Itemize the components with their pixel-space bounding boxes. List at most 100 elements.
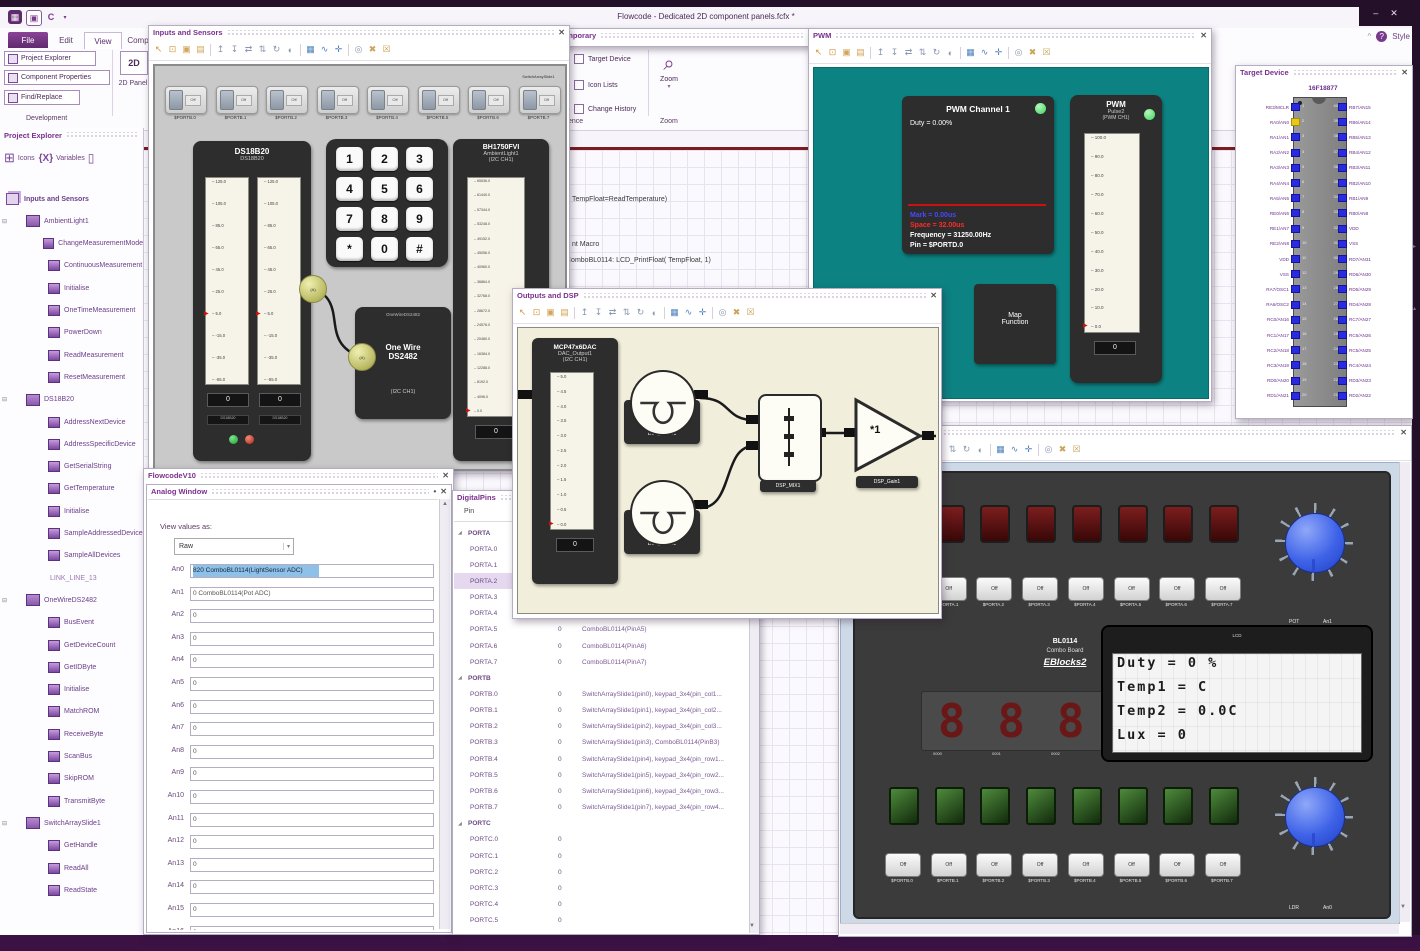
off-button-bottom[interactable]: Off	[1204, 853, 1241, 877]
tree-item-getdevicecount[interactable]: GetDeviceCount	[0, 636, 143, 654]
pin-row-portc-3[interactable]: PORTC.3 0	[454, 880, 748, 896]
off-button-top[interactable]: Off	[1204, 577, 1241, 601]
zoom-fit-icon[interactable]: ◎	[1042, 443, 1055, 456]
tree-item-resetmeasurement[interactable]: ResetMeasurement	[0, 368, 143, 386]
window-outputs-and-dsp[interactable]: Outputs and DSP ✕ ↖ ⊡ ▣ ▤ ↥ ↧ ⇄ ⇅ ↻ ◐ ▦ ∿ ✛ ◎ ✖ ☒ MCP47x6D…	[512, 288, 942, 619]
analog-value-input[interactable]: 0 ComboBL0114(Pot ADC)	[190, 586, 434, 601]
pin-row-portb-0[interactable]: PORTB.0 0 SwitchArraySlide1(pin0), keypad_…	[454, 687, 748, 703]
tree-item-skiprom[interactable]: SkipROM	[0, 770, 143, 788]
off-button-top[interactable]: Off	[1113, 577, 1150, 601]
ribbon-button-find-replace[interactable]: Find/Replace	[4, 90, 80, 105]
panel-2d-surface[interactable]: Off $PORTB.0 Off $PORTB.1 Off $PORTB.2 Off $POR…	[153, 64, 567, 471]
tree-item-sampleaddresseddevice[interactable]: SampleAddressedDevice	[0, 525, 143, 543]
align-bottom-icon[interactable]: ↧	[228, 43, 241, 56]
window-target-device[interactable]: Target Device ✕ 16F18877 RE3/MCLR 1 RB7/AN15 4…	[1235, 65, 1413, 419]
align-top-icon[interactable]: ↥	[874, 46, 887, 59]
copy-icon[interactable]: ▣	[840, 46, 853, 59]
anchor-icon[interactable]: ✛	[1022, 443, 1035, 456]
dsp-gain-icon[interactable]	[852, 396, 926, 474]
wire-mode-icon[interactable]: ∿	[978, 46, 991, 59]
flip-horizontal-icon[interactable]: ⇄	[606, 306, 619, 319]
pin-row-porta-5[interactable]: PORTA.5 0 ComboBL0114(PinA5)	[454, 622, 748, 638]
ds18b20-slider-1-track[interactable]: 125.0 105.0 85.0 65.0 45.0 25.0 5.0 -15.0 -35.0 -…	[205, 177, 249, 385]
pin-row-portb-2[interactable]: PORTB.2 0 SwitchArraySlide1(pin2), keypad_…	[454, 719, 748, 735]
map-function-box[interactable]: Map Function	[974, 284, 1056, 364]
tree-item-ambientlight1[interactable]: ⊟ AmbientLight1	[0, 212, 143, 230]
off-button-top[interactable]: Off	[1067, 577, 1104, 601]
analog-value-input[interactable]: 0	[190, 722, 434, 737]
tree-item-ds18b20[interactable]: ⊟ DS18B20	[0, 391, 143, 409]
rotate-icon[interactable]: ↻	[270, 43, 283, 56]
paste-icon[interactable]: ▤	[194, 43, 207, 56]
window-title-bar[interactable]: Analog Window • ✕	[147, 485, 451, 498]
flip-vertical-icon[interactable]: ⇅	[946, 443, 959, 456]
save-icon[interactable]: ▣	[26, 10, 42, 26]
close-icon[interactable]: ✕	[440, 487, 447, 496]
rotate-icon[interactable]: ↻	[634, 306, 647, 319]
switch--portb-1[interactable]: Off	[215, 86, 258, 114]
flip-horizontal-icon[interactable]: ⇄	[242, 43, 255, 56]
switch--portb-7[interactable]: Off	[518, 86, 561, 114]
keypad-key-5[interactable]: 5	[371, 177, 398, 201]
checkbox[interactable]	[574, 104, 584, 114]
analog-value-input[interactable]: 0	[190, 654, 434, 669]
pin-window-icon[interactable]: •	[433, 487, 436, 496]
tree-item-gettemperature[interactable]: GetTemperature	[0, 480, 143, 498]
panel-2d-button[interactable]: 2D	[120, 51, 148, 75]
dsp-mixer-component[interactable]	[758, 394, 822, 482]
off-button-bottom[interactable]: Off	[1067, 853, 1104, 877]
expander-icon[interactable]: ⊟	[2, 597, 10, 604]
switch-lever[interactable]	[320, 90, 335, 110]
pin-row-porta-6[interactable]: PORTA.6 0 ComboBL0114(PinA6)	[454, 638, 748, 654]
minimize-icon[interactable]: –	[1373, 8, 1378, 18]
vertical-scrollbar[interactable]	[1399, 462, 1410, 922]
analog-window[interactable]: Analog Window • ✕ View values as: Raw ▾ An0 820…	[146, 484, 452, 933]
keypad-key-2[interactable]: 2	[371, 147, 398, 171]
delete-icon[interactable]: ✖	[730, 306, 743, 319]
zoom-fit-icon[interactable]: ◎	[1012, 46, 1025, 59]
delete-icon[interactable]: ✖	[1026, 46, 1039, 59]
tab-edit[interactable]: Edit	[48, 32, 84, 48]
mirror-icon[interactable]: ◐	[284, 43, 297, 56]
refresh-icon[interactable]: C	[44, 10, 58, 24]
tree-item-readall[interactable]: ReadAll	[0, 859, 143, 877]
switch-lever[interactable]	[169, 90, 183, 110]
close-icon[interactable]: ✕	[1200, 31, 1207, 40]
help-icon[interactable]: ?	[1376, 31, 1388, 42]
window-title-bar[interactable]: Outputs and DSP ✕	[513, 289, 941, 302]
clear-icon[interactable]: ☒	[744, 306, 757, 319]
tree-item-continuousmeasurement[interactable]: ContinuousMeasurement	[0, 257, 143, 275]
pin-row-portc-5[interactable]: PORTC.5 0	[454, 913, 748, 929]
horizontal-scrollbar[interactable]	[840, 923, 1399, 934]
align-top-icon[interactable]: ↥	[214, 43, 227, 56]
tree-item-scanbus[interactable]: ScanBus	[0, 748, 143, 766]
keypad-key-6[interactable]: 6	[406, 177, 433, 201]
off-button-bottom[interactable]: Off	[976, 853, 1013, 877]
align-bottom-icon[interactable]: ↧	[592, 306, 605, 319]
tree-item-initialise[interactable]: Initialise	[0, 502, 143, 520]
anchor-icon[interactable]: ✛	[696, 306, 709, 319]
connector-node-icon[interactable]: (A)	[348, 343, 376, 371]
off-button-bottom[interactable]: Off	[885, 853, 921, 877]
pin-row-portc-2[interactable]: PORTC.2 0	[454, 864, 748, 880]
wire-mode-icon[interactable]: ∿	[1008, 443, 1021, 456]
ds18b20-slider-2-track[interactable]: 125.0 105.0 85.0 65.0 45.0 25.0 5.0 -15.0 -35.0 -…	[257, 177, 301, 385]
select-box-icon[interactable]: ⊡	[166, 43, 179, 56]
keypad-key-hash[interactable]: #	[406, 237, 433, 261]
tree-item-busevent[interactable]: BusEvent	[0, 614, 143, 632]
ribbon-button-component-properties[interactable]: Component Properties	[4, 70, 110, 85]
off-button-bottom[interactable]: Off	[1113, 853, 1150, 877]
analog-value-input[interactable]: 0	[190, 631, 434, 646]
scroll-right-icon[interactable]: ▸	[1413, 243, 1416, 250]
switch--portb-3[interactable]: Off	[316, 86, 359, 114]
keypad-key-7[interactable]: 7	[336, 207, 363, 231]
tree-item-onewireds2482[interactable]: ⊟ OneWireDS2482	[0, 591, 143, 609]
off-button-top[interactable]: Off	[976, 577, 1013, 601]
tree-item-onetimemeasurement[interactable]: OneTimeMeasurement	[0, 302, 143, 320]
close-icon[interactable]: ✕	[558, 28, 565, 37]
green-button-icon[interactable]	[1117, 787, 1148, 825]
rotate-icon[interactable]: ↻	[930, 46, 943, 59]
switch-lever[interactable]	[421, 90, 436, 110]
window-inputs-and-sensors[interactable]: Inputs and Sensors ✕ ↖ ⊡ ▣ ▤ ↥ ↧ ⇄ ⇅ ↻ ◐ ▦ ∿ ✛ ◎ ✖ ☒ Off $P…	[148, 25, 570, 472]
pin-row-portb-3[interactable]: PORTB.3 0 SwitchArraySlide1(pin3), ComboBL…	[454, 735, 748, 751]
